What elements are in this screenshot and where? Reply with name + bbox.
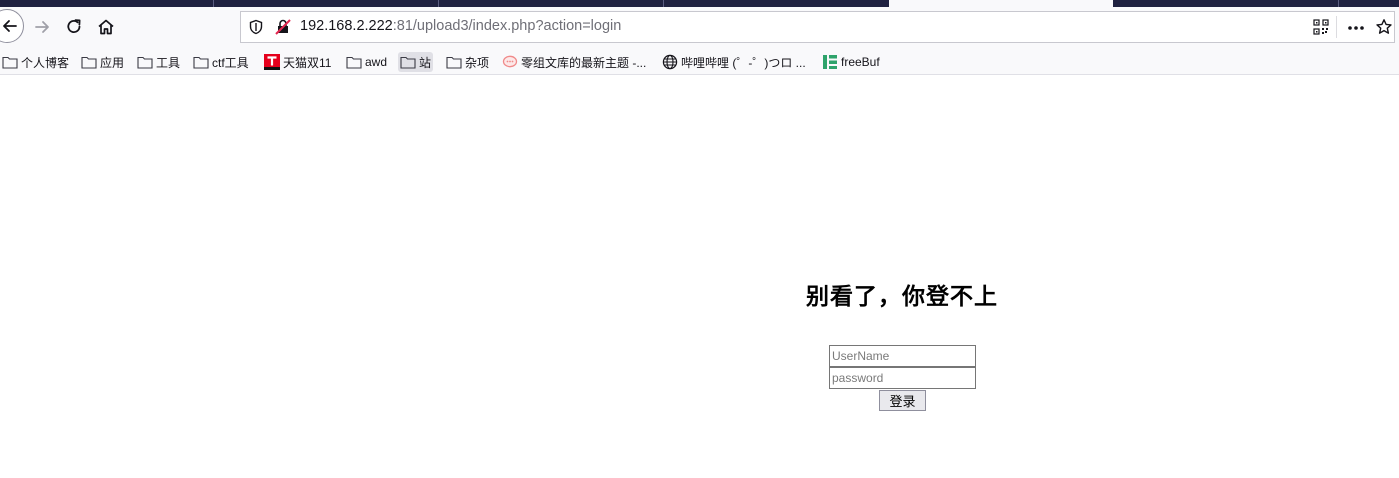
home-icon (98, 19, 114, 35)
folder-icon (446, 54, 462, 70)
url-host: 192.168.2.222 (300, 18, 393, 34)
url-path: :81/upload3/index.php?action=login (392, 18, 622, 34)
bookmark-star-icon[interactable] (1375, 18, 1393, 36)
bookmark-misc[interactable]: 杂项 (446, 52, 489, 72)
qr-code-icon[interactable] (1313, 19, 1329, 35)
tmall-icon (264, 54, 280, 70)
bookmark-label: awd (365, 55, 388, 69)
reload-icon (67, 19, 81, 33)
bookmark-ctf-tools[interactable]: ctf工具 (193, 52, 249, 72)
bookmark-tmall[interactable]: 天猫双11 (264, 52, 331, 72)
login-button[interactable]: 登录 (879, 390, 926, 411)
url-bar-divider (1336, 16, 1337, 38)
back-arrow-icon (3, 20, 17, 32)
bookmark-apps[interactable]: 应用 (81, 52, 124, 72)
bookmark-0group-library[interactable]: 零组文库的最新主题 -... (502, 52, 646, 72)
bookmark-label: 零组文库的最新主题 -... (521, 55, 647, 70)
back-button[interactable] (0, 9, 24, 43)
bookmark-label: 工具 (156, 55, 181, 70)
bookmark-awd[interactable]: awd (346, 52, 387, 72)
page-title: 别看了，你登不上 (806, 284, 998, 310)
folder-icon (193, 54, 209, 70)
bookmark-tools[interactable]: 工具 (137, 52, 180, 72)
tab-separator (213, 0, 214, 7)
login-form: 登录 (829, 345, 977, 411)
url-bar[interactable]: 192.168.2.222:81/upload3/index.php?actio… (240, 11, 1395, 43)
chat-bubble-icon (502, 54, 518, 70)
username-input[interactable] (829, 345, 976, 367)
folder-icon (81, 54, 97, 70)
password-input[interactable] (829, 367, 976, 389)
freebuf-icon (822, 54, 838, 70)
insecure-connection-icon[interactable] (274, 18, 292, 36)
tab-strip (0, 0, 1399, 7)
tab-active[interactable] (889, 0, 1113, 7)
folder-icon (346, 54, 362, 70)
forward-button[interactable] (26, 11, 58, 43)
more-actions-icon[interactable] (1347, 25, 1365, 31)
globe-icon (662, 54, 678, 70)
bookmark-label: ctf工具 (212, 55, 249, 70)
bookmark-label: 个人博客 (21, 55, 70, 70)
folder-icon (2, 54, 18, 70)
url-text[interactable]: 192.168.2.222:81/upload3/index.php?actio… (300, 18, 621, 34)
reload-button[interactable] (58, 11, 90, 43)
tab-separator (1338, 0, 1339, 7)
folder-icon (400, 54, 416, 70)
tab-separator (438, 0, 439, 7)
bookmarks-toolbar: 个人博客 应用 工具 ctf工具 天猫双11 awd 站 杂项 零组文库的最新主… (0, 47, 1399, 75)
bookmark-label: 天猫双11 (283, 55, 332, 70)
bookmark-label: freeBuf (841, 55, 880, 69)
nav-bar: 192.168.2.222:81/upload3/index.php?actio… (0, 7, 1399, 47)
bookmark-label: 应用 (100, 55, 125, 70)
home-button[interactable] (90, 11, 122, 43)
bookmark-label: 杂项 (465, 55, 490, 70)
bookmark-site[interactable]: 站 (398, 52, 434, 72)
tab-separator (663, 0, 664, 7)
page-content: 别看了，你登不上 登录 (0, 75, 1399, 478)
tracking-shield-icon (249, 19, 263, 35)
folder-icon (137, 54, 153, 70)
bookmark-freebuf[interactable]: freeBuf (822, 52, 880, 72)
forward-arrow-icon (35, 21, 49, 33)
bookmark-personal-blog[interactable]: 个人博客 (2, 52, 69, 72)
bookmark-label: 哔哩哔哩 (゜-゜)つロ ... (681, 55, 806, 70)
bookmark-label: 站 (419, 55, 432, 70)
bookmark-bilibili[interactable]: 哔哩哔哩 (゜-゜)つロ ... (662, 52, 806, 72)
